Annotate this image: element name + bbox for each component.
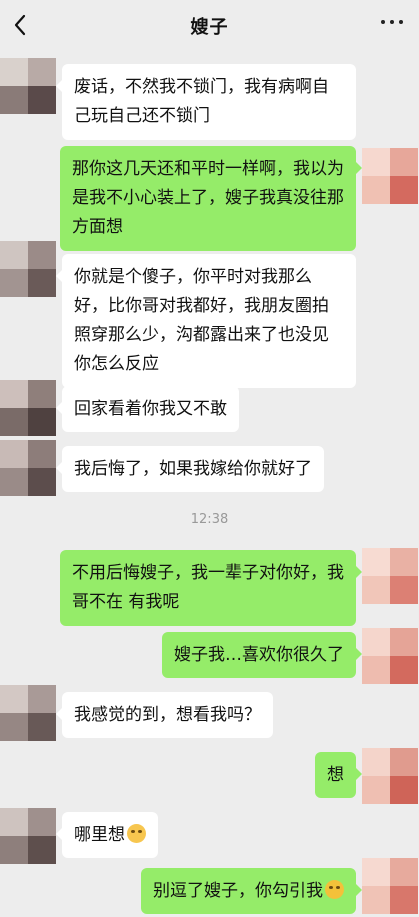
message-text: 我后悔了，如果我嫁给你就好了 (74, 459, 312, 479)
contact-avatar[interactable] (0, 241, 56, 297)
message-text: 回家看着你我又不敢 (74, 399, 227, 419)
message-text: 那你这几天还和平时一样啊，我以为是我不小心装上了，嫂子我真没往那方面想 (72, 159, 344, 237)
message-text: 废话，不然我不锁门，我有病啊自己玩自己还不锁门 (74, 77, 329, 126)
received-message[interactable]: 我感觉的到，想看我吗？ (56, 692, 273, 738)
message-text: 我感觉的到，想看我吗？ (74, 705, 261, 725)
pleading-face-icon (325, 880, 344, 899)
message-text: 想 (327, 765, 344, 785)
received-message[interactable]: 我后悔了，如果我嫁给你就好了 (56, 446, 324, 492)
received-message[interactable]: 你就是个傻子，你平时对我那么好，比你哥对我都好，我朋友圈拍照穿那么少，沟都露出来… (56, 254, 356, 388)
contact-avatar[interactable] (0, 58, 56, 114)
received-message[interactable]: 废话，不然我不锁门，我有病啊自己玩自己还不锁门 (56, 64, 356, 140)
sent-message[interactable]: 嫂子我…喜欢你很久了 (162, 632, 362, 678)
message-text: 不用后悔嫂子，我一辈子对你好，我哥不在 有我呢 (72, 563, 344, 612)
message-text: 别逗了嫂子，你勾引我 (153, 881, 323, 901)
contact-avatar[interactable] (0, 440, 56, 496)
message-text: 嫂子我…喜欢你很久了 (174, 645, 344, 665)
received-message[interactable]: 回家看着你我又不敢 (56, 386, 239, 432)
contact-avatar[interactable] (0, 380, 56, 436)
chat-header: 嫂子 (0, 0, 419, 50)
sent-message[interactable]: 不用后悔嫂子，我一辈子对你好，我哥不在 有我呢 (60, 550, 362, 626)
my-avatar[interactable] (362, 748, 418, 804)
more-dots-icon (381, 20, 385, 24)
sent-message[interactable]: 那你这几天还和平时一样啊，我以为是我不小心装上了，嫂子我真没往那方面想 (60, 146, 362, 251)
my-avatar[interactable] (362, 858, 418, 914)
sent-message[interactable]: 别逗了嫂子，你勾引我 (141, 868, 362, 914)
message-text: 哪里想 (74, 825, 125, 845)
my-avatar[interactable] (362, 148, 418, 204)
more-options-button[interactable] (381, 18, 403, 26)
received-message[interactable]: 哪里想 (56, 812, 158, 858)
my-avatar[interactable] (362, 548, 418, 604)
my-avatar[interactable] (362, 628, 418, 684)
chat-title: 嫂子 (190, 17, 229, 38)
sent-message[interactable]: 想 (315, 752, 362, 798)
message-text: 你就是个傻子，你平时对我那么好，比你哥对我都好，我朋友圈拍照穿那么少，沟都露出来… (74, 267, 329, 374)
blushing-face-icon (127, 824, 146, 843)
message-timestamp: 12:38 (190, 512, 229, 527)
contact-avatar[interactable] (0, 808, 56, 864)
contact-avatar[interactable] (0, 685, 56, 741)
